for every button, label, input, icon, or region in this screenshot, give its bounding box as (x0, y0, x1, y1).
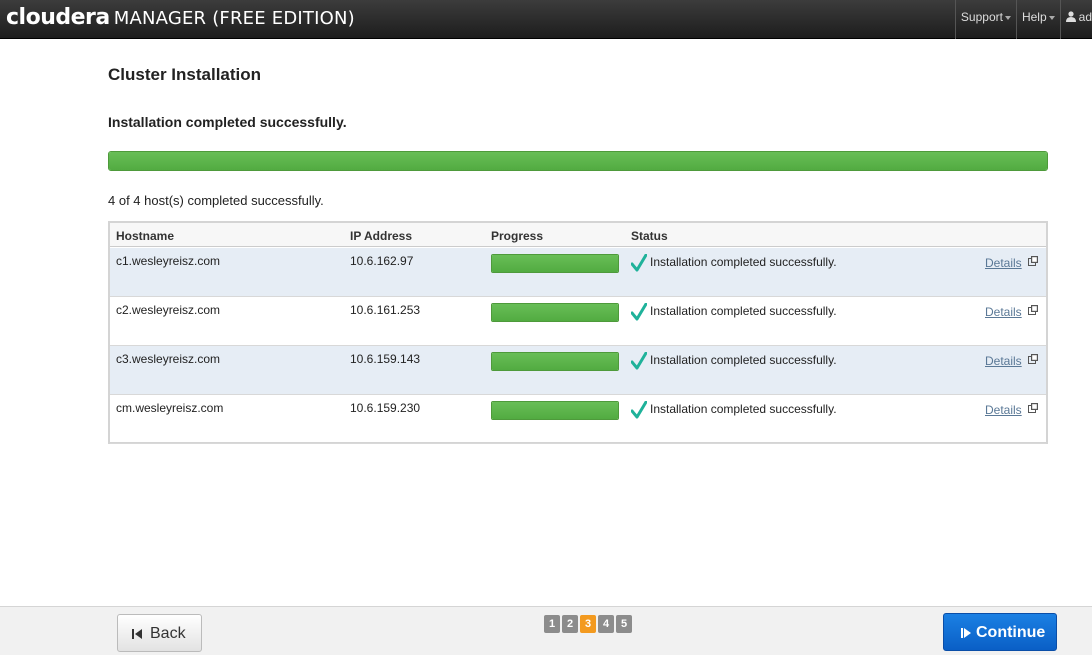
continue-button[interactable]: Continue (943, 613, 1057, 651)
host-progress-bar (491, 401, 619, 420)
top-navbar: cloudera MANAGER (FREE EDITION) Support H… (0, 0, 1092, 39)
table-header: Hostname IP Address Progress Status (110, 223, 1046, 247)
overall-progress-fill (109, 152, 1047, 170)
brand[interactable]: cloudera MANAGER (FREE EDITION) (6, 5, 355, 30)
status-cell: Installation completed successfully. (650, 304, 837, 318)
chevron-down-icon (1004, 15, 1011, 20)
host-progress-bar (491, 254, 619, 273)
support-menu[interactable]: Support (954, 0, 1016, 39)
skip-back-icon (132, 629, 142, 639)
host-progress-bar (491, 303, 619, 322)
top-nav: Support Help ad (954, 0, 1092, 39)
details-link[interactable]: Details (985, 403, 1022, 417)
back-button-label: Back (150, 625, 186, 642)
host-progress-fill (492, 255, 618, 272)
hostname-cell: cm.wesleyreisz.com (116, 401, 224, 415)
host-progress-fill (492, 304, 618, 321)
back-button[interactable]: Back (117, 614, 202, 652)
host-progress-fill (492, 402, 618, 419)
hosts-table: Hostname IP Address Progress Status c1.w… (108, 221, 1048, 444)
status-cell: Installation completed successfully. (650, 353, 837, 367)
support-menu-label: Support (960, 10, 1003, 24)
user-menu-label: ad (1078, 10, 1092, 24)
ip-address-cell: 10.6.159.143 (350, 352, 421, 366)
user-icon (1065, 11, 1076, 22)
chevron-down-icon (1048, 15, 1055, 20)
table-row: c2.wesleyreisz.com 10.6.161.253 Installa… (110, 297, 1046, 346)
step-5[interactable]: 5 (616, 615, 632, 633)
product-name: MANAGER (FREE EDITION) (113, 8, 355, 29)
step-1[interactable]: 1 (544, 615, 560, 633)
step-3[interactable]: 3 (580, 615, 596, 633)
status-cell: Installation completed successfully. (650, 255, 837, 269)
skip-forward-icon (961, 628, 971, 638)
ip-address-cell: 10.6.161.253 (350, 303, 421, 317)
user-menu[interactable]: ad (1059, 0, 1092, 39)
hosts-summary: 4 of 4 host(s) completed successfully. (108, 193, 324, 208)
hostname-cell: c3.wesleyreisz.com (116, 352, 221, 366)
check-icon (631, 254, 647, 272)
column-header-ip-address: IP Address (350, 229, 413, 243)
details-link[interactable]: Details (985, 354, 1022, 368)
wizard-footer: Back 1 2 3 4 5 Continue (0, 606, 1092, 655)
help-menu-label: Help (1021, 10, 1047, 24)
installation-status-heading: Installation completed successfully. (108, 114, 347, 130)
cloudera-logo: cloudera (6, 5, 110, 30)
ip-address-cell: 10.6.159.230 (350, 401, 421, 415)
details-link[interactable]: Details (985, 305, 1022, 319)
table-row: c3.wesleyreisz.com 10.6.159.143 Installa… (110, 346, 1046, 395)
overall-progress-bar (108, 151, 1048, 171)
hostname-cell: c2.wesleyreisz.com (116, 303, 221, 317)
hostname-cell: c1.wesleyreisz.com (116, 254, 221, 268)
external-link-icon[interactable] (1028, 403, 1038, 413)
column-header-progress: Progress (491, 229, 544, 243)
continue-button-label: Continue (976, 624, 1046, 641)
external-link-icon[interactable] (1028, 305, 1038, 315)
table-row: cm.wesleyreisz.com 10.6.159.230 Installa… (110, 395, 1046, 444)
check-icon (631, 303, 647, 321)
external-link-icon[interactable] (1028, 256, 1038, 266)
page-title: Cluster Installation (108, 65, 262, 84)
details-link[interactable]: Details (985, 256, 1022, 270)
host-progress-fill (492, 353, 618, 370)
help-menu[interactable]: Help (1015, 0, 1060, 39)
host-progress-bar (491, 352, 619, 371)
step-2[interactable]: 2 (562, 615, 578, 633)
check-icon (631, 352, 647, 370)
status-cell: Installation completed successfully. (650, 402, 837, 416)
column-header-hostname: Hostname (116, 229, 175, 243)
table-row: c1.wesleyreisz.com 10.6.162.97 Installat… (110, 248, 1046, 297)
external-link-icon[interactable] (1028, 354, 1038, 364)
wizard-steps: 1 2 3 4 5 (544, 615, 632, 633)
step-4[interactable]: 4 (598, 615, 614, 633)
check-icon (631, 401, 647, 419)
ip-address-cell: 10.6.162.97 (350, 254, 414, 268)
column-header-status: Status (631, 229, 668, 243)
